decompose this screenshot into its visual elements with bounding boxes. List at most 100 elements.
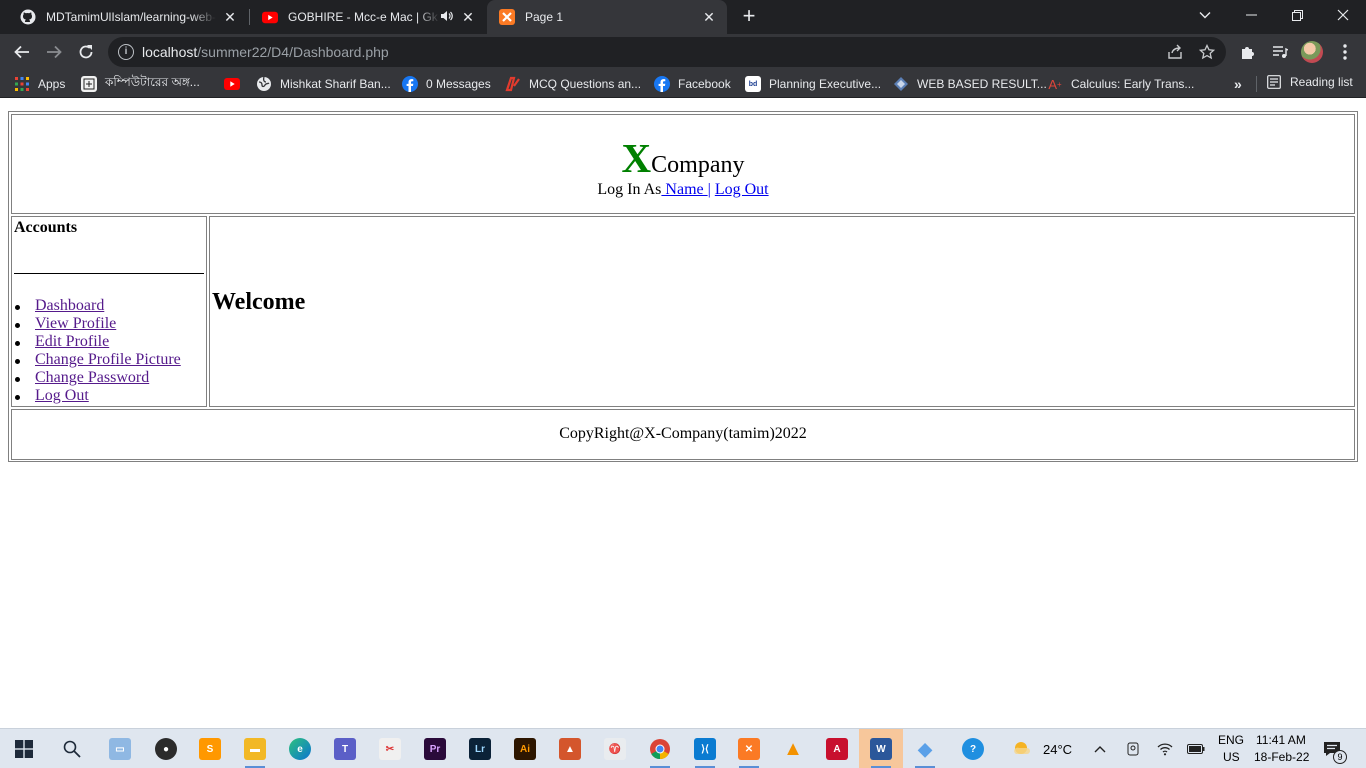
goat-app-icon[interactable]: ♈	[593, 729, 637, 768]
view-profile-link[interactable]: View Profile	[35, 315, 116, 332]
clock-date[interactable]: 18-Feb-22	[1254, 750, 1309, 764]
menu-kebab-icon[interactable]	[1332, 39, 1358, 65]
share-icon[interactable]	[1166, 43, 1184, 61]
tab-search-chevron-icon[interactable]	[1182, 0, 1228, 30]
change-password-link[interactable]: Change Password	[35, 369, 149, 386]
speaker-icon[interactable]	[440, 10, 454, 25]
battery-icon[interactable]	[1186, 739, 1206, 759]
bookmark-label: Calculus: Early Trans...	[1071, 77, 1195, 91]
bookmarks-divider	[1256, 76, 1257, 92]
bookmarks-overflow-chevron-icon[interactable]: »	[1234, 76, 1242, 92]
apps-grid-icon	[14, 76, 30, 92]
bookmark-label: MCQ Questions an...	[529, 77, 642, 91]
tray-chevron-up-icon[interactable]	[1090, 739, 1110, 759]
user-name-link[interactable]: Name	[661, 181, 707, 198]
bookmark-mishkat[interactable]: Mishkat Sharif Ban...	[256, 75, 391, 93]
premiere-pro-icon[interactable]: Pr	[413, 729, 457, 768]
dashboard-link[interactable]: Dashboard	[35, 297, 104, 314]
sidebar-logout-link[interactable]: Log Out	[35, 387, 89, 404]
bookmark-label: 0 Messages	[426, 77, 491, 91]
site-info-icon[interactable]: i	[118, 44, 134, 60]
change-profile-picture-link[interactable]: Change Profile Picture	[35, 351, 181, 368]
teams-app-icon[interactable]: T	[323, 729, 367, 768]
logo-x: X	[621, 135, 652, 181]
bullet	[15, 395, 20, 400]
start-windows-icon[interactable]	[2, 729, 46, 768]
youtube-icon	[224, 76, 240, 92]
menu-item-view-profile: View Profile	[12, 315, 181, 333]
snip-tool-icon[interactable]: ✂	[368, 729, 412, 768]
github-icon	[20, 9, 36, 25]
reading-list-button[interactable]: Reading list	[1267, 75, 1353, 89]
bookmark-label: Facebook	[678, 77, 731, 91]
sidebar-divider	[14, 273, 204, 274]
xampp-app-icon[interactable]: ✕	[727, 729, 771, 768]
restore-icon[interactable]	[1274, 0, 1320, 30]
clock-time[interactable]: 11:41 AM	[1256, 733, 1306, 747]
mcq-icon	[505, 76, 521, 92]
header-cell: XCompany Log In As Name | Log Out	[11, 114, 1355, 214]
bookmark-apps[interactable]: Apps	[14, 75, 65, 93]
bookmark-star-icon[interactable]	[1198, 43, 1216, 61]
login-separator: |	[707, 181, 711, 198]
wifi-icon[interactable]	[1155, 739, 1175, 759]
weather-icon[interactable]	[1012, 739, 1032, 759]
profile-avatar[interactable]	[1301, 41, 1323, 63]
bookmark-messages[interactable]: 0 Messages	[402, 75, 491, 93]
address-bar[interactable]: i localhost/summer22/D4/Dashboard.php	[108, 37, 1226, 67]
vlc-player-icon[interactable]: ▲	[771, 729, 815, 768]
language-code[interactable]: ENG	[1218, 733, 1244, 747]
bookmark-label: Planning Executive...	[769, 77, 882, 91]
close-tab-icon[interactable]: ✕	[460, 9, 476, 25]
meet-now-icon[interactable]	[1123, 739, 1143, 759]
search-icon[interactable]	[50, 729, 94, 768]
edge-browser-icon[interactable]: e	[278, 729, 322, 768]
bookmark-bangla-page[interactable]: কম্পিউটারের অঙ্গ...	[81, 75, 200, 93]
acrobat-reader-icon[interactable]: A	[815, 729, 859, 768]
new-tab-plus-icon[interactable]: +	[737, 5, 761, 29]
reload-icon[interactable]	[73, 39, 99, 65]
forward-arrow-icon[interactable]	[41, 39, 67, 65]
bookmark-planning-executive[interactable]: bd Planning Executive...	[745, 75, 881, 93]
menu-item-change-password: Change Password	[12, 369, 181, 387]
tab-youtube[interactable]: GOBHIRE - Mcc-e Mac | Gk Kaise ✕	[250, 0, 486, 34]
keyboard-layout[interactable]: US	[1223, 750, 1240, 764]
file-explorer-icon[interactable]: ▬	[233, 729, 277, 768]
copyright-text: CopyRight@X-Company(tamim)2022	[559, 425, 807, 442]
welcome-heading: Welcome	[212, 289, 306, 315]
sidebar-title: Accounts	[14, 219, 78, 236]
notification-count-badge: 9	[1333, 750, 1347, 764]
bookmark-label: WEB BASED RESULT...	[917, 77, 1047, 91]
app-triangle-icon[interactable]: ▲	[548, 729, 592, 768]
bookmark-mcq[interactable]: MCQ Questions an...	[505, 75, 641, 93]
minimize-icon[interactable]	[1228, 0, 1274, 30]
git-app-icon[interactable]: ◆	[903, 729, 947, 768]
tab-github[interactable]: MDTamimUlIslam/learning-web-t ✕	[8, 0, 248, 34]
edit-profile-link[interactable]: Edit Profile	[35, 333, 109, 350]
media-queue-icon[interactable]	[1267, 39, 1293, 65]
help-app-icon[interactable]: ?	[951, 729, 995, 768]
url-text[interactable]: localhost/summer22/D4/Dashboard.php	[142, 44, 389, 60]
extensions-puzzle-icon[interactable]	[1235, 39, 1261, 65]
bookmark-calculus[interactable]: A + Calculus: Early Trans...	[1047, 75, 1194, 93]
close-window-icon[interactable]	[1320, 0, 1366, 30]
drive-app-icon[interactable]: ▭	[98, 729, 142, 768]
word-app-icon[interactable]: W	[859, 729, 903, 768]
close-tab-icon[interactable]: ✕	[701, 9, 717, 25]
close-tab-icon[interactable]: ✕	[222, 9, 238, 25]
obs-app-icon[interactable]: ●	[144, 729, 188, 768]
header-logout-link[interactable]: Log Out	[715, 181, 769, 198]
bookmark-web-result[interactable]: WEB BASED RESULT...	[893, 75, 1047, 93]
illustrator-icon[interactable]: Ai	[503, 729, 547, 768]
weather-temp: 24°C	[1043, 742, 1073, 757]
sublime-text-icon[interactable]: S	[188, 729, 232, 768]
bookmark-facebook[interactable]: Facebook	[654, 75, 731, 93]
bookmark-youtube[interactable]	[224, 75, 248, 93]
tab-page-1[interactable]: Page 1 ✕	[487, 0, 727, 34]
xampp-icon	[499, 9, 515, 25]
chrome-browser-icon[interactable]	[638, 729, 682, 768]
lightroom-icon[interactable]: Lr	[458, 729, 502, 768]
bullet	[15, 377, 20, 382]
vscode-icon[interactable]: ⟩⟨	[683, 729, 727, 768]
back-arrow-icon[interactable]	[9, 39, 35, 65]
